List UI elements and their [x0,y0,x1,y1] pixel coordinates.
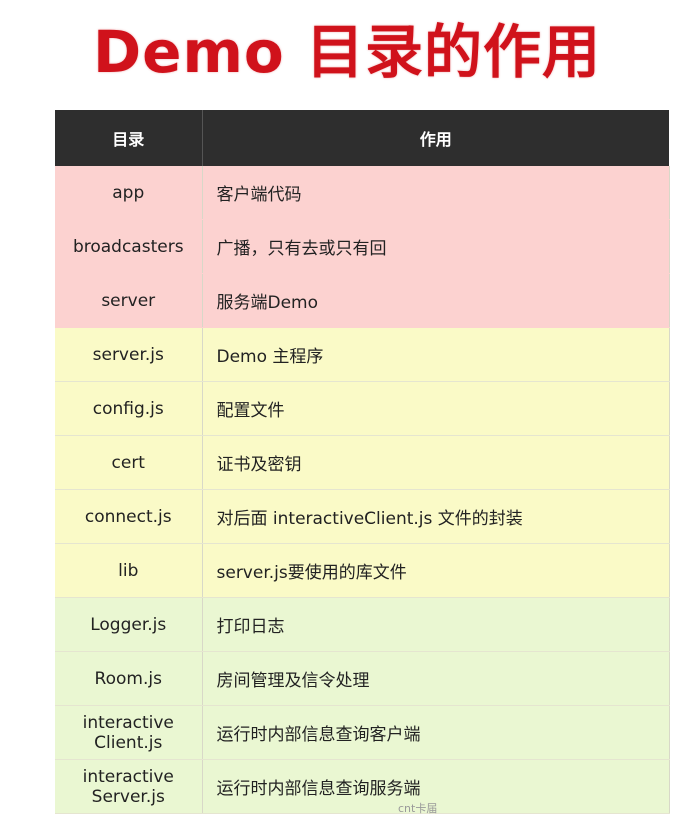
purpose-cell: 房间管理及信令处理 [202,651,670,706]
table-row: lib server.js要使用的库文件 [55,543,670,598]
table-row: interactive Client.js 运行时内部信息查询客户端 [55,705,670,760]
directory-name-cell: cert [55,435,203,490]
directory-name-cell: server [55,273,203,328]
directory-name-cell: server.js [55,327,203,382]
directory-name-cell: Logger.js [55,597,203,652]
table-row: cert 证书及密钥 [55,435,670,490]
column-header-directory: 目录 [55,110,203,166]
directory-name-cell: interactive Client.js [55,705,203,760]
directory-name-cell: lib [55,543,203,598]
purpose-cell: Demo 主程序 [202,327,670,382]
purpose-cell: 打印日志 [202,597,670,652]
column-header-purpose: 作用 [202,110,669,166]
purpose-cell: 对后面 interactiveClient.js 文件的封装 [202,489,670,544]
table-row: config.js 配置文件 [55,381,670,436]
table-row: interactive Server.js 运行时内部信息查询服务端 [55,759,670,814]
purpose-cell: 服务端Demo [202,273,670,328]
table-row: server.js Demo 主程序 [55,327,670,382]
directory-table: 目录 作用 app 客户端代码 broadcasters 广播，只有去或只有回 serv… [55,110,670,814]
directory-name-cell: config.js [55,381,203,436]
table-header-row: 目录 作用 [55,110,669,166]
table-row: server 服务端Demo [55,273,670,328]
table-row: app 客户端代码 [55,166,670,220]
table-row: Logger.js 打印日志 [55,597,670,652]
directory-name-cell: connect.js [55,489,203,544]
directory-name-cell: interactive Server.js [55,759,203,814]
table-row: broadcasters 广播，只有去或只有回 [55,219,670,274]
page-title: Demo 目录的作用 [93,18,601,86]
directory-name-cell: app [55,166,203,220]
purpose-cell: server.js要使用的库文件 [202,543,670,598]
table-row: Room.js 房间管理及信令处理 [55,651,670,706]
purpose-cell: 客户端代码 [202,166,670,220]
directory-name-cell: Room.js [55,651,203,706]
purpose-cell: 证书及密钥 [202,435,670,490]
purpose-cell: 运行时内部信息查询客户端 [202,705,670,760]
purpose-cell: 配置文件 [202,381,670,436]
table-row: connect.js 对后面 interactiveClient.js 文件的封装 [55,489,670,544]
directory-name-cell: broadcasters [55,219,203,274]
purpose-cell: 广播，只有去或只有回 [202,219,670,274]
